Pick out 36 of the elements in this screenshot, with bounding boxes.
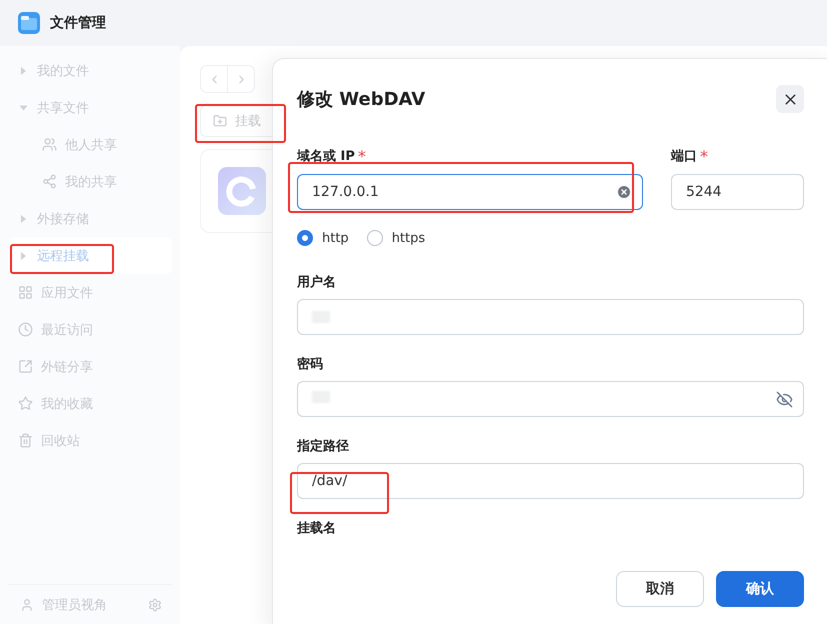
window-title: 文件管理 — [50, 14, 106, 32]
required-mark: * — [700, 147, 708, 166]
path-field[interactable]: /dav/ — [297, 463, 804, 499]
clock-icon — [18, 322, 33, 337]
caret-icon — [20, 105, 28, 110]
users-icon — [42, 137, 57, 152]
field-label: 密码 — [297, 356, 324, 373]
settings-icon[interactable] — [148, 598, 162, 612]
field-label: 挂载名 — [297, 520, 337, 537]
protocol-radio[interactable]: https — [366, 230, 426, 246]
hide-password-icon[interactable] — [776, 390, 793, 408]
field-label: 用户名 — [297, 274, 337, 291]
caret-icon — [21, 66, 26, 74]
password-field[interactable] — [297, 381, 804, 417]
protocol-radio[interactable]: http — [297, 230, 349, 246]
share-out-icon — [18, 359, 33, 374]
cancel-button[interactable]: 取消 — [616, 571, 704, 607]
port-field[interactable]: 5244 — [670, 174, 804, 210]
trash-icon — [18, 433, 33, 448]
caret-icon — [21, 214, 26, 222]
confirm-button[interactable]: 确认 — [716, 571, 804, 607]
share-icon — [42, 174, 57, 189]
sidebar-item[interactable]: 远程挂载 — [8, 237, 172, 274]
field-label: 端口 — [670, 148, 697, 166]
folder-plus-icon — [213, 114, 227, 128]
required-mark: * — [358, 147, 366, 166]
star-icon — [18, 396, 33, 411]
username-field[interactable] — [297, 299, 804, 335]
close-button[interactable] — [776, 85, 804, 113]
folder-icon — [18, 12, 40, 34]
host-field[interactable]: 127.0.0.1 — [297, 174, 643, 210]
user-icon — [20, 598, 34, 612]
app-logo-icon — [218, 167, 266, 215]
caret-icon — [21, 252, 26, 260]
grid-icon — [18, 285, 33, 300]
clear-icon[interactable] — [616, 184, 632, 200]
